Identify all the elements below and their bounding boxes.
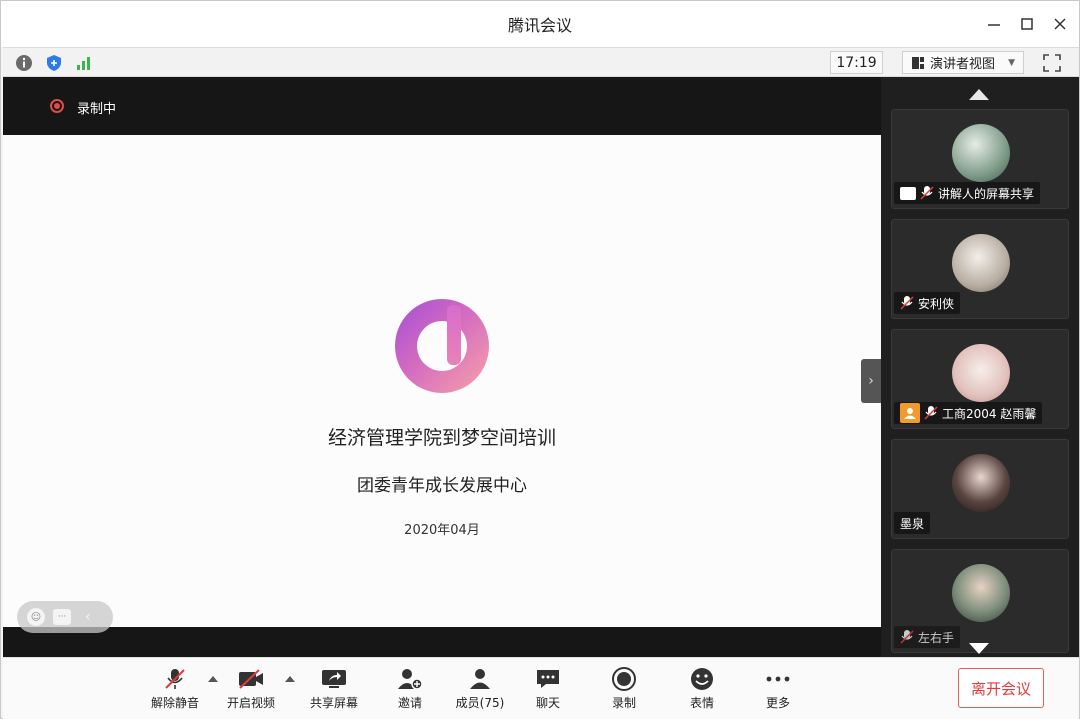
invite-label: 邀请 [397,696,422,710]
network-status-button[interactable] [73,52,95,74]
chevron-left-icon[interactable]: ‹ [85,609,91,625]
view-mode-label: 演讲者视图 [930,57,996,72]
more-button[interactable]: 更多 [743,666,813,714]
recording-indicator-icon [50,99,64,113]
unmute-button[interactable]: 解除静音 [140,666,210,714]
meeting-window: 腾讯会议 17:19 演讲者视图 ▼ 录制中 经济管理学院到梦空间培训 团委青年… [0,0,1080,719]
record-icon [610,666,638,692]
shared-screen-bottom-strip [3,627,881,657]
participant-name-bar: 左右手 [894,626,961,648]
record-label: 录制 [611,696,636,710]
shared-screen-area: 录制中 经济管理学院到梦空间培训 团委青年成长发展中心 2020年04月 ☺ ·… [3,77,881,657]
participant-tile[interactable]: 墨泉 [891,439,1069,539]
view-mode-select[interactable]: 演讲者视图 ▼ [902,51,1024,74]
members-icon [466,666,494,692]
recording-label: 录制中 [77,102,117,117]
start-video-button[interactable]: 开启视频 [216,666,286,714]
members-label: 成员(75) [455,696,505,710]
participant-tile[interactable]: 讲解人的屏幕共享 [891,109,1069,209]
reactions-button[interactable]: 表情 [667,666,737,714]
scroll-down-arrow-icon[interactable] [969,643,989,654]
security-button[interactable] [43,52,65,74]
info-icon [16,55,32,71]
comment-icon[interactable]: ··· [53,609,71,625]
meeting-clock: 17:19 [830,51,883,74]
chat-button[interactable]: 聊天 [513,666,583,714]
participant-name-bar: 工商2004 赵雨馨 [894,402,1043,424]
screen-share-icon [900,186,916,200]
leave-meeting-button[interactable]: 离开会议 [958,668,1044,708]
video-options-caret-icon[interactable] [285,676,295,682]
host-icon [900,403,920,423]
meeting-toolbar: 17:19 演讲者视图 ▼ [3,47,1079,77]
shield-icon [47,55,61,71]
participant-tile[interactable]: 工商2004 赵雨馨 [891,329,1069,429]
more-label: 更多 [765,696,790,710]
invite-button[interactable]: 邀请 [375,666,445,714]
avatar [952,344,1010,402]
control-bar: 解除静音 开启视频 共享屏幕 邀请 成员(75) 聊天 录制 表情 更多 离开会… [3,657,1079,719]
emoji-icon[interactable]: ☺ [27,608,45,626]
recording-bar: 录制中 [3,77,881,135]
slide-title: 经济管理学院到梦空间培训 [327,427,556,449]
reactions-label: 表情 [689,696,714,710]
app-logo [395,299,489,393]
smiley-icon [688,666,716,692]
share-screen-button[interactable]: 共享屏幕 [299,666,369,714]
participant-name: 工商2004 赵雨馨 [942,406,1037,421]
mic-muted-icon [924,406,938,420]
chevron-right-icon: › [868,373,874,389]
minimize-icon [988,24,1000,26]
fullscreen-icon [1043,54,1061,72]
title-bar: 腾讯会议 [1,1,1079,47]
mic-muted-icon [900,630,914,644]
mic-muted-icon [161,666,189,692]
presentation-slide: 经济管理学院到梦空间培训 团委青年成长发展中心 2020年04月 [3,135,881,627]
chat-icon [534,666,562,692]
mic-muted-icon [920,186,934,200]
participant-name: 安利侠 [918,296,955,311]
participant-name: 墨泉 [900,516,925,531]
avatar [952,564,1010,622]
avatar [952,234,1010,292]
video-off-icon [237,666,265,692]
slide-subtitle: 团委青年成长发展中心 [357,476,527,496]
chat-label: 聊天 [535,696,560,710]
scroll-up-arrow-icon[interactable] [969,89,989,100]
more-dots-icon [764,666,792,692]
window-title: 腾讯会议 [507,16,572,35]
layout-icon [912,56,924,69]
avatar [952,124,1010,182]
close-button[interactable] [1047,11,1073,37]
participant-tile[interactable]: 安利侠 [891,219,1069,319]
avatar [952,454,1010,512]
info-button[interactable] [13,52,35,74]
participant-name-bar: 安利侠 [894,292,961,314]
maximize-icon [1021,18,1033,30]
close-icon [1054,18,1066,30]
maximize-button[interactable] [1014,11,1040,37]
unmute-label: 解除静音 [150,696,199,710]
collapse-panel-button[interactable]: › [861,359,881,403]
share-screen-icon [320,666,348,692]
add-user-icon [396,666,424,692]
mic-muted-icon [900,296,914,310]
participant-name: 左右手 [918,630,955,645]
start-video-label: 开启视频 [226,696,275,710]
members-button[interactable]: 成员(75) [445,666,515,714]
slide-date: 2020年04月 [404,523,480,538]
participant-video-panel: 讲解人的屏幕共享 安利侠 工商2004 赵雨馨 墨泉 左右手 [881,77,1079,657]
signal-bars-icon [77,57,90,70]
share-screen-label: 共享屏幕 [309,696,358,710]
record-button[interactable]: 录制 [589,666,659,714]
chevron-down-icon: ▼ [1008,57,1015,68]
fullscreen-button[interactable] [1041,52,1063,74]
floating-annotation-pill[interactable]: ☺ ··· ‹ [17,601,113,633]
participant-name-bar: 讲解人的屏幕共享 [894,182,1041,204]
participant-tile[interactable]: 左右手 [891,549,1069,653]
participant-name-bar: 墨泉 [894,512,931,534]
participant-name: 讲解人的屏幕共享 [938,186,1035,201]
minimize-button[interactable] [981,11,1007,37]
